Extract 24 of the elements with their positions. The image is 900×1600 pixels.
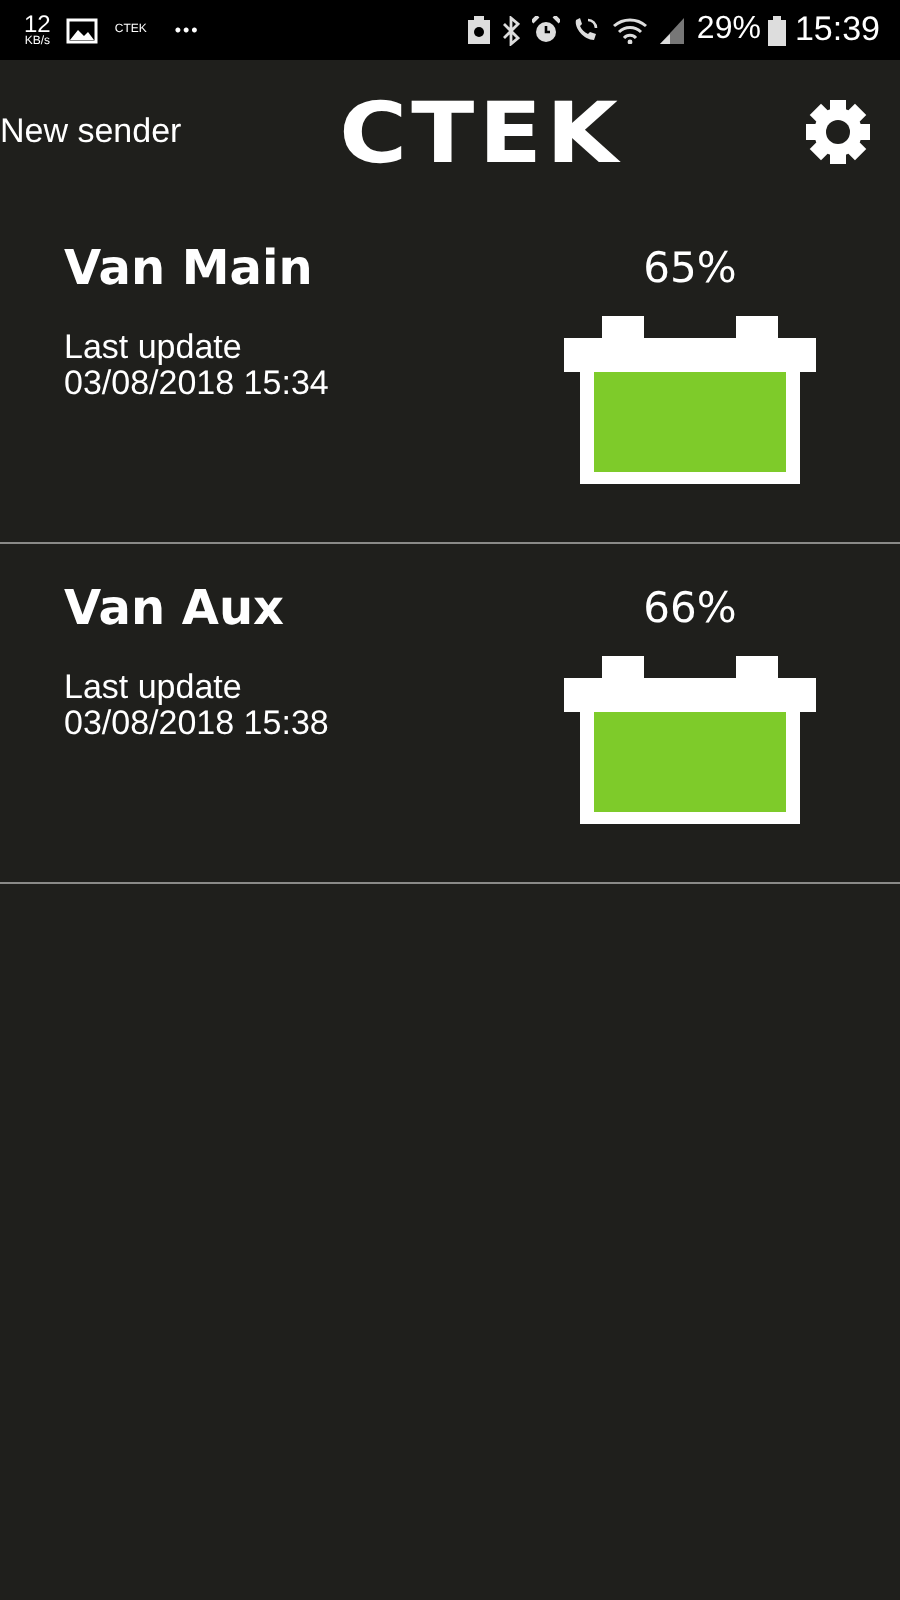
battery-name: Van Main bbox=[64, 240, 315, 296]
battery-name: Van Aux bbox=[64, 580, 287, 636]
battery-percentage: 29% bbox=[696, 12, 761, 48]
last-update-time: 03/08/2018 15:34 bbox=[64, 365, 331, 402]
last-update-time: 03/08/2018 15:38 bbox=[64, 705, 331, 742]
signal-icon bbox=[660, 16, 685, 44]
wifi-icon bbox=[612, 16, 649, 44]
last-update-label: Last update bbox=[64, 670, 244, 706]
wifi-calling-icon bbox=[572, 16, 601, 44]
alarm-icon bbox=[532, 16, 561, 44]
ctek-logo: CTEK bbox=[339, 83, 623, 181]
clock: 15:39 bbox=[794, 10, 880, 50]
image-icon bbox=[66, 17, 99, 43]
battery-icon bbox=[564, 656, 816, 824]
charge-percentage: 65% bbox=[643, 244, 737, 292]
settings-icon bbox=[804, 98, 872, 166]
more-notifications: ••• bbox=[174, 20, 200, 40]
last-update-label: Last update bbox=[64, 330, 244, 366]
settings-button[interactable] bbox=[804, 98, 872, 166]
battery-icon bbox=[768, 15, 787, 45]
battery-icon bbox=[564, 316, 816, 484]
charge-percentage: 66% bbox=[643, 584, 737, 632]
new-sender-button[interactable]: New sender bbox=[0, 112, 182, 152]
bluetooth-icon bbox=[502, 15, 521, 45]
